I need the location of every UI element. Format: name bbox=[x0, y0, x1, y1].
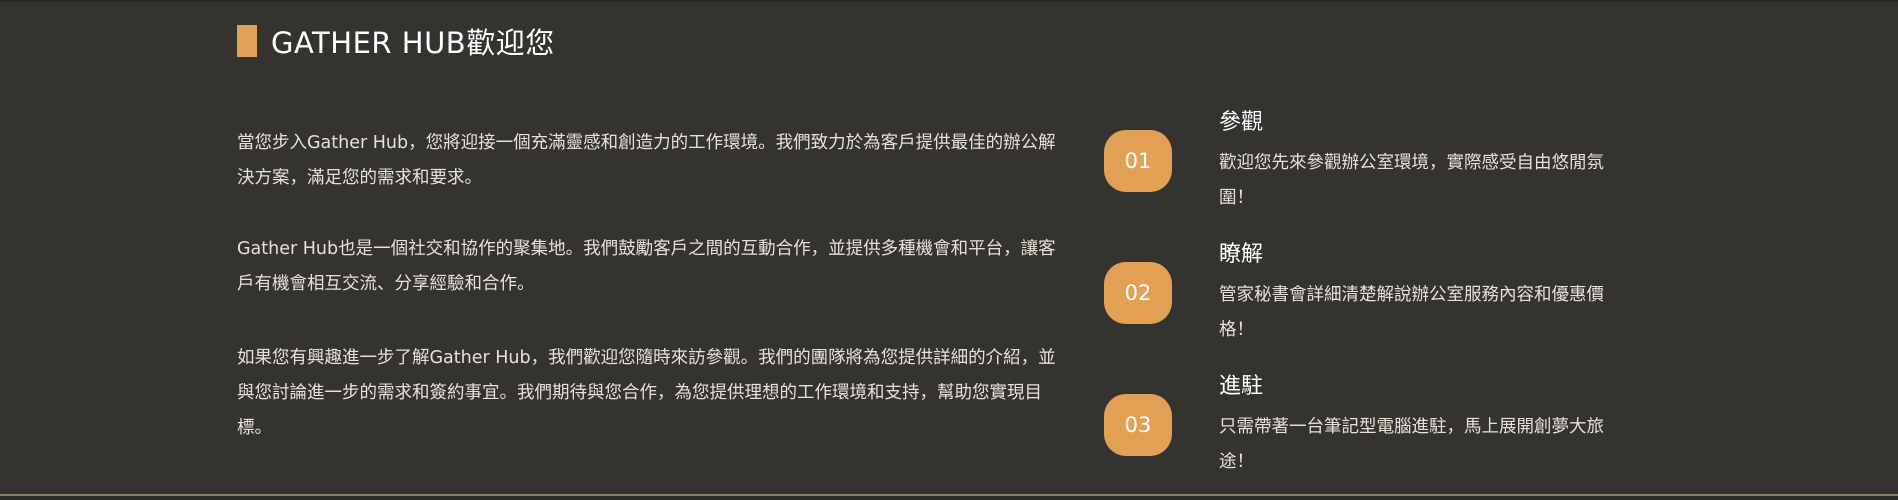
step-number-badge: 01 bbox=[1104, 130, 1172, 192]
step-description: 管家秘書會詳細清楚解說辦公室服務內容和優惠價格！ bbox=[1219, 285, 1604, 340]
step-description: 只需帶著一台筆記型電腦進駐，馬上展開創夢大旅途！ bbox=[1219, 417, 1604, 472]
step-title: 進駐 bbox=[1219, 374, 1264, 399]
page-title: GATHER HUB歡迎您 bbox=[271, 26, 555, 60]
step-item-understand: 02 瞭解 管家秘書會詳細清楚解說辦公室服務內容和優惠價格！ bbox=[1104, 236, 1624, 356]
section-heading: GATHER HUB歡迎您 bbox=[237, 24, 555, 60]
intro-paragraph-1: 當您步入Gather Hub，您將迎接一個充滿靈感和創造力的工作環境。我們致力於… bbox=[237, 133, 1056, 188]
step-title: 瞭解 bbox=[1219, 242, 1264, 267]
intro-paragraph-2: Gather Hub也是一個社交和協作的聚集地。我們鼓勵客戶之間的互動合作，並提… bbox=[237, 239, 1056, 294]
heading-accent-bar bbox=[237, 25, 257, 57]
bottom-divider bbox=[0, 494, 1898, 500]
step-item-move-in: 03 進駐 只需帶著一台筆記型電腦進駐，馬上展開創夢大旅途！ bbox=[1104, 368, 1624, 488]
step-number-badge: 03 bbox=[1104, 394, 1172, 456]
step-item-visit: 01 參觀 歡迎您先來參觀辦公室環境，實際感受自由悠閒氛圍！ bbox=[1104, 104, 1624, 224]
step-title: 參觀 bbox=[1219, 110, 1264, 135]
intro-paragraph-3: 如果您有興趣進一步了解Gather Hub，我們歡迎您隨時來訪參觀。我們的團隊將… bbox=[237, 348, 1056, 438]
step-number-badge: 02 bbox=[1104, 262, 1172, 324]
top-divider bbox=[0, 0, 1898, 2]
step-description: 歡迎您先來參觀辦公室環境，實際感受自由悠閒氛圍！ bbox=[1219, 153, 1604, 208]
